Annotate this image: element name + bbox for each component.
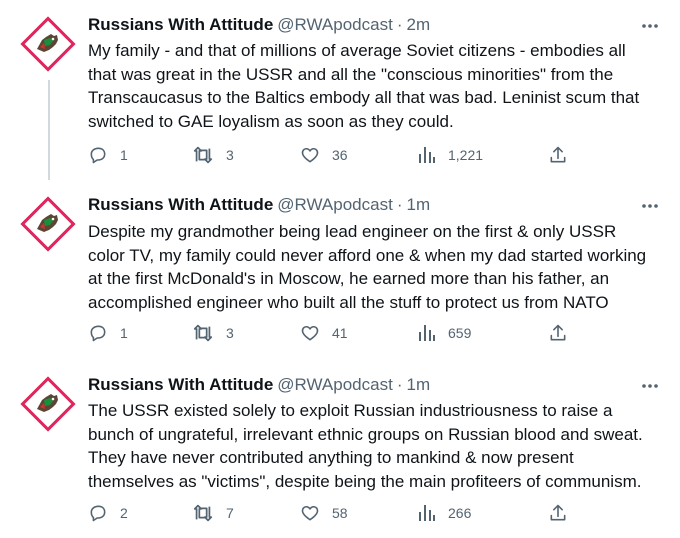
reply-button[interactable]: 2 — [88, 503, 128, 523]
retweet-count: 3 — [226, 325, 234, 341]
reply-button[interactable]: 1 — [88, 145, 128, 165]
warning-diamond-wolf-avatar-icon — [20, 196, 76, 252]
views-button[interactable]: 266 — [418, 503, 471, 523]
author-name[interactable]: Russians With Attitude — [88, 15, 273, 34]
avatar[interactable] — [20, 16, 76, 72]
tweet-header: Russians With Attitude @RWApodcast · 2m — [88, 14, 430, 36]
share-button[interactable] — [548, 503, 568, 523]
thread-line — [48, 80, 50, 180]
more-dots-icon — [642, 204, 658, 208]
share-icon — [550, 146, 566, 163]
separator: · — [396, 375, 403, 394]
retweet-icon — [193, 324, 213, 342]
tweet-header: Russians With Attitude @RWApodcast · 1m — [88, 194, 430, 216]
tweet-text: The USSR existed solely to exploit Russi… — [88, 401, 643, 491]
retweet-icon — [193, 504, 213, 522]
tweet[interactable]: Russians With Attitude @RWApodcast · 1m The… — [0, 360, 680, 538]
views-count: 1,221 — [448, 147, 484, 163]
heart-icon — [301, 325, 319, 341]
more-options-button[interactable] — [640, 196, 660, 216]
reply-icon — [90, 147, 106, 164]
timestamp[interactable]: 2m — [406, 15, 430, 34]
retweet-count: 7 — [226, 505, 234, 521]
more-options-button[interactable] — [640, 376, 660, 396]
like-count: 41 — [332, 325, 348, 341]
author-handle[interactable]: @RWApodcast — [277, 375, 393, 394]
views-bar-chart-icon — [419, 147, 435, 163]
share-button[interactable] — [548, 323, 568, 343]
author-name[interactable]: Russians With Attitude — [88, 375, 273, 394]
tweet-header: Russians With Attitude @RWApodcast · 1m — [88, 374, 430, 396]
reply-count: 1 — [120, 325, 128, 341]
timestamp[interactable]: 1m — [406, 375, 430, 394]
reply-icon — [90, 505, 106, 522]
tweet[interactable]: Russians With Attitude @RWApodcast · 2m My … — [0, 0, 680, 180]
author-handle[interactable]: @RWApodcast — [277, 15, 393, 34]
share-icon — [550, 324, 566, 341]
retweet-button[interactable]: 3 — [192, 145, 234, 165]
tweet-text: Despite my grandmother being lead engine… — [88, 222, 647, 312]
tweet-text: My family - and that of millions of aver… — [88, 41, 640, 131]
views-button[interactable]: 659 — [418, 323, 471, 343]
warning-diamond-wolf-avatar-icon — [20, 16, 76, 72]
like-button[interactable]: 58 — [300, 503, 348, 523]
separator: · — [396, 15, 403, 34]
views-count: 659 — [448, 325, 472, 341]
retweet-button[interactable]: 3 — [192, 323, 234, 343]
reply-button[interactable]: 1 — [88, 323, 128, 343]
retweet-button[interactable]: 7 — [192, 503, 234, 523]
action-bar: 1 3 36 1,221 — [88, 145, 578, 169]
like-button[interactable]: 41 — [300, 323, 348, 343]
like-button[interactable]: 36 — [300, 145, 348, 165]
views-button[interactable]: 1,221 — [418, 145, 483, 165]
avatar[interactable] — [20, 196, 76, 252]
reply-icon — [90, 325, 106, 342]
views-count: 266 — [448, 505, 472, 521]
share-icon — [550, 504, 566, 521]
tweet[interactable]: Russians With Attitude @RWApodcast · 1m Des… — [0, 180, 680, 360]
views-bar-chart-icon — [419, 325, 435, 341]
timestamp[interactable]: 1m — [406, 195, 430, 214]
reply-count: 1 — [120, 147, 128, 163]
more-options-button[interactable] — [640, 16, 660, 36]
like-count: 58 — [332, 505, 348, 521]
author-handle[interactable]: @RWApodcast — [277, 195, 393, 214]
warning-diamond-wolf-avatar-icon — [20, 376, 76, 432]
more-dots-icon — [642, 384, 658, 388]
separator: · — [396, 195, 403, 214]
retweet-icon — [193, 146, 213, 164]
action-bar: 1 3 41 659 — [88, 323, 578, 347]
more-dots-icon — [642, 24, 658, 28]
heart-icon — [301, 147, 319, 163]
avatar[interactable] — [20, 376, 76, 432]
retweet-count: 3 — [226, 147, 234, 163]
views-bar-chart-icon — [419, 505, 435, 521]
heart-icon — [301, 505, 319, 521]
action-bar: 2 7 58 266 — [88, 503, 578, 527]
like-count: 36 — [332, 147, 348, 163]
share-button[interactable] — [548, 145, 568, 165]
reply-count: 2 — [120, 505, 128, 521]
author-name[interactable]: Russians With Attitude — [88, 195, 273, 214]
